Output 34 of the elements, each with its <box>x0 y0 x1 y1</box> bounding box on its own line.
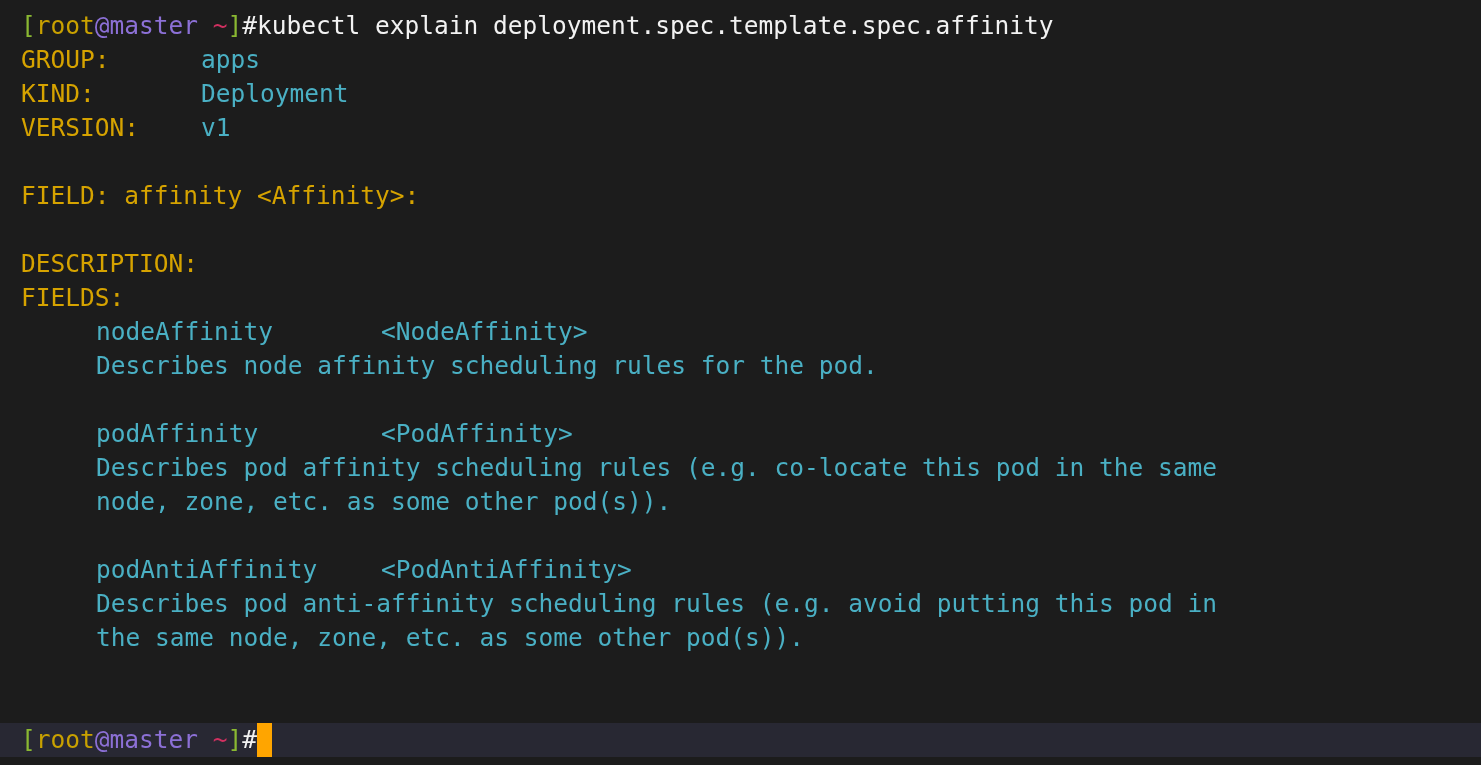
section-heading: DESCRIPTION: <box>21 250 198 278</box>
field-name: podAffinity <box>96 420 260 448</box>
prompt-host: @master <box>94 12 199 40</box>
prompt-bracket: ] <box>227 726 243 754</box>
section-heading: FIELDS: <box>21 284 125 312</box>
prompt-bracket: [ <box>21 12 36 40</box>
prompt-user: root <box>35 726 95 754</box>
field-label: GROUP: <box>21 46 111 74</box>
prompt-host: @master <box>94 726 199 754</box>
field-label: KIND: <box>21 80 96 108</box>
field-type: <PodAffinity> <box>381 420 573 448</box>
section-heading: FIELD: affinity <Affinity>: <box>21 182 420 210</box>
prompt-symbol: # <box>242 726 258 754</box>
field-name: nodeAffinity <box>96 318 274 346</box>
prompt-symbol: # <box>242 12 258 40</box>
field-label: VERSION: <box>21 114 140 142</box>
prompt-bracket: [ <box>21 726 36 754</box>
field-description: node, zone, etc. as some other pod(s)). <box>96 488 672 516</box>
prompt-bracket: ] <box>227 12 243 40</box>
field-description: the same node, zone, etc. as some other pod(s)). <box>96 624 804 652</box>
field-type: <PodAntiAffinity> <box>381 556 632 584</box>
field-type: <NodeAffinity> <box>381 318 588 346</box>
prompt-user: root <box>35 12 95 40</box>
field-value: apps <box>201 46 260 74</box>
field-description: Describes node affinity scheduling rules for the pod. <box>96 352 878 380</box>
field-value: v1 <box>201 114 231 142</box>
field-description: Describes pod anti-affinity scheduling rules (e.g. avoid putting this pod in <box>96 590 1218 618</box>
command-text: kubectl explain deployment.spec.template.spec.affinity <box>257 12 1054 40</box>
prompt-directory: ~ <box>211 12 228 40</box>
field-value: Deployment <box>201 80 349 108</box>
field-description: Describes pod affinity scheduling rules (e.g. co-locate this pod in the same <box>96 454 1218 482</box>
text-cursor <box>257 723 273 757</box>
prompt-directory: ~ <box>211 726 228 754</box>
field-name: podAntiAffinity <box>96 556 319 584</box>
